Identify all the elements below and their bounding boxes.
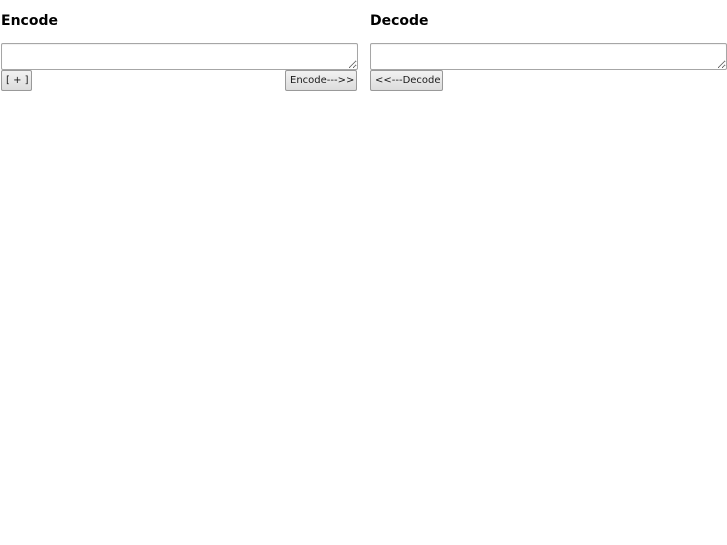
decode-heading: Decode xyxy=(370,13,429,29)
decode-button[interactable]: <<---Decode xyxy=(370,70,443,91)
encoder-decoder-page: Encode [ + ] Encode--->> Decode <<---Dec… xyxy=(0,0,727,545)
add-button[interactable]: [ + ] xyxy=(1,70,32,91)
encode-button[interactable]: Encode--->> xyxy=(285,70,357,91)
encode-heading: Encode xyxy=(1,13,58,29)
encode-textarea[interactable] xyxy=(1,43,358,70)
decode-textarea[interactable] xyxy=(370,43,727,70)
